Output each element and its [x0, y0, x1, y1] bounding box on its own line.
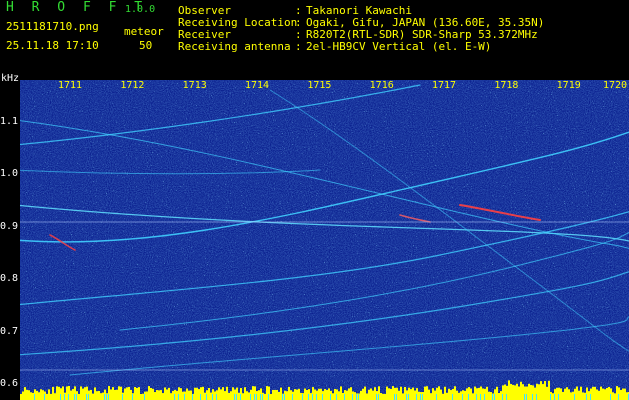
- info-separator: :: [295, 40, 302, 53]
- spectrogram: [20, 80, 629, 400]
- y-axis-unit: kHz: [1, 73, 20, 84]
- spectrogram-plot: [20, 80, 629, 400]
- y-tick-label: 1.1: [0, 115, 19, 127]
- y-tick-label: 0.8: [0, 273, 19, 285]
- app-version: 1.0.0: [125, 4, 156, 15]
- x-tick-label: 1713: [182, 80, 207, 91]
- x-tick-label: 1712: [120, 80, 145, 91]
- file-name: 2511181710.png: [6, 20, 99, 33]
- x-tick-label: 1711: [58, 80, 83, 91]
- observation-datetime: 25.11.18 17:10: [6, 39, 99, 52]
- info-label-antenna: Receiving antenna: [178, 40, 291, 53]
- x-tick-label: 1719: [556, 80, 581, 91]
- x-tick-label: 1714: [245, 80, 270, 91]
- x-tick-label: 1717: [432, 80, 457, 91]
- y-tick-label: 1.0: [0, 168, 19, 180]
- y-tick-label: 0.7: [0, 325, 19, 337]
- mode-label: meteor: [124, 25, 164, 38]
- x-tick-label: 1720: [603, 80, 628, 91]
- hrofft-window: H R O F F T 1.0.0 2511181710.png 25.11.1…: [0, 0, 629, 400]
- x-tick-label: 1715: [307, 80, 332, 91]
- y-tick-label: 0.6: [0, 378, 19, 390]
- meteor-count: 50: [139, 39, 153, 52]
- info-value-antenna: 2el-HB9CV Vertical (el. E-W): [306, 40, 492, 53]
- x-tick-label: 1718: [494, 80, 519, 91]
- x-tick-label: 1716: [369, 80, 394, 91]
- y-tick-label: 0.9: [0, 220, 19, 232]
